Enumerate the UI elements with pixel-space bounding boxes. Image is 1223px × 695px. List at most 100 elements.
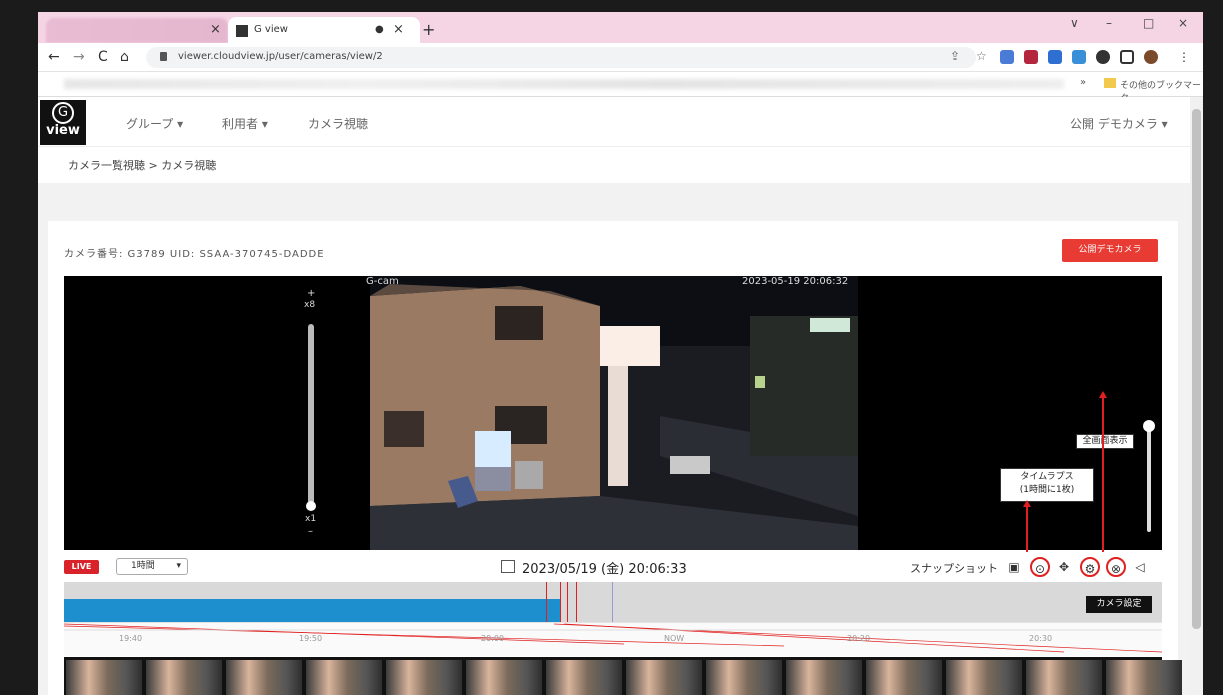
- timelapse-callout-line2: (1時間に1枚): [1019, 485, 1075, 495]
- timeline-recorded-fill: [64, 599, 561, 622]
- thumbnail[interactable]: [226, 660, 302, 695]
- zoom-slider[interactable]: [308, 324, 314, 504]
- thumbnail[interactable]: [706, 660, 782, 695]
- public-demo-camera-button[interactable]: 公開デモカメラ: [1062, 239, 1158, 262]
- zoom-in-icon[interactable]: +: [307, 288, 315, 299]
- home-button[interactable]: ⌂: [120, 49, 129, 65]
- extensions-puzzle-icon[interactable]: [1096, 50, 1110, 64]
- bookmark-star-icon[interactable]: ☆: [976, 49, 987, 63]
- menu-users[interactable]: 利用者 ▾: [222, 115, 268, 132]
- chevron-down-icon: ▾: [176, 561, 181, 571]
- timeline-marker: [567, 582, 568, 622]
- thumbnail[interactable]: [946, 660, 1022, 695]
- timeline[interactable]: [64, 582, 1162, 622]
- tab-close-icon[interactable]: ×: [210, 22, 221, 37]
- window-close-button[interactable]: ×: [1178, 16, 1188, 30]
- zoom-slider-thumb[interactable]: [306, 501, 316, 511]
- camera-timestamp: 2023-05-19 20:06:32: [742, 276, 849, 287]
- logo-letter: G: [52, 102, 74, 124]
- thumbnail[interactable]: [1106, 660, 1182, 695]
- minimize-button[interactable]: –: [1106, 16, 1112, 30]
- page-scrollbar[interactable]: [1190, 97, 1203, 695]
- timeline-marker: [560, 582, 561, 622]
- fullscreen-icon[interactable]: ⊗: [1106, 557, 1126, 577]
- interval-value: 1時間: [131, 561, 155, 571]
- tab-gview[interactable]: G view ● ×: [228, 17, 420, 44]
- tab-search-icon[interactable]: ∨: [1070, 16, 1079, 30]
- thumbnail-strip: [64, 657, 1182, 695]
- maximize-button[interactable]: □: [1143, 16, 1154, 30]
- thumbnail[interactable]: [866, 660, 942, 695]
- breadcrumb[interactable]: カメラ一覧視聴 > カメラ視聴: [68, 157, 216, 173]
- thumbnail[interactable]: [546, 660, 622, 695]
- zoom-out-icon[interactable]: –: [308, 526, 313, 537]
- interval-select[interactable]: 1時間 ▾: [116, 558, 188, 575]
- live-badge[interactable]: LIVE: [64, 560, 99, 574]
- site-header: G view グループ ▾ 利用者 ▾ カメラ視聴 公開 デモカメラ ▾: [38, 97, 1190, 147]
- extension-icon[interactable]: [1000, 50, 1014, 64]
- camera-label: G-cam: [366, 276, 399, 287]
- timelapse-arrow: [1026, 504, 1028, 556]
- public-camera-menu[interactable]: 公開 デモカメラ ▾: [1070, 115, 1168, 132]
- tab-blurred[interactable]: [46, 18, 228, 43]
- night-street-scene: [370, 276, 858, 550]
- profile-avatar[interactable]: [1144, 50, 1158, 64]
- brightness-slider[interactable]: [1147, 428, 1151, 532]
- timelapse-icon[interactable]: ⊙: [1030, 557, 1050, 577]
- tab-strip: × G view ● × + ∨ – □ ×: [38, 12, 1203, 44]
- scale-lines: [64, 622, 1162, 653]
- new-tab-button[interactable]: +: [422, 20, 435, 39]
- breadcrumb-bar: カメラ一覧視聴 > カメラ視聴: [38, 147, 1190, 183]
- camera-settings-icon[interactable]: ⚙: [1080, 557, 1100, 577]
- bookmarks-blurred: [64, 79, 1064, 89]
- tick-label: NOW: [664, 634, 685, 643]
- thumbnail[interactable]: [146, 660, 222, 695]
- side-panel-icon[interactable]: [1120, 50, 1134, 64]
- timelapse-arrowhead: [1023, 500, 1031, 507]
- logo-text: view: [46, 123, 80, 138]
- share-icon[interactable]: ⇪: [950, 49, 960, 63]
- forward-button[interactable]: →: [73, 49, 85, 65]
- browser-menu-icon[interactable]: ⋮: [1178, 50, 1190, 64]
- browser-window: × G view ● × + ∨ – □ × ← → C ⌂ viewer.cl…: [38, 12, 1203, 695]
- thumbnail[interactable]: [786, 660, 862, 695]
- camera-card: カメラ番号: G3789 UID: SSAA-370745-DADDE 公開デモ…: [48, 221, 1182, 695]
- snapshot-label: スナップショット: [910, 562, 998, 575]
- calendar-icon[interactable]: [501, 560, 515, 573]
- thumbnail[interactable]: [306, 660, 382, 695]
- tick-label: 19:50: [299, 634, 323, 643]
- bookmarks-more-button[interactable]: »: [1080, 77, 1086, 88]
- thumbnail[interactable]: [466, 660, 542, 695]
- tick-label: 20:20: [847, 634, 871, 643]
- brightness-slider-thumb[interactable]: [1143, 420, 1155, 432]
- zoom-min-label: x1: [305, 514, 317, 524]
- url-field[interactable]: viewer.cloudview.jp/user/cameras/view/2 …: [146, 47, 987, 68]
- back-button[interactable]: ←: [48, 49, 60, 65]
- current-datetime: 2023/05/19 (金) 20:06:33: [522, 562, 687, 577]
- timelapse-callout: タイムラプス (1時間に1枚): [1000, 468, 1094, 502]
- gview-logo[interactable]: G view: [40, 100, 86, 145]
- folder-icon: [1104, 78, 1116, 88]
- fullscreen-callout: 全画面表示: [1076, 434, 1134, 449]
- tab-close-icon[interactable]: ×: [393, 22, 404, 37]
- timeline-scale: 19:40 19:50 20:00 NOW 20:20 20:30: [64, 622, 1162, 656]
- speaker-icon[interactable]: ◁: [1130, 557, 1150, 577]
- menu-group[interactable]: グループ ▾: [126, 115, 183, 132]
- extension-icon[interactable]: [1072, 50, 1086, 64]
- thumbnail[interactable]: [386, 660, 462, 695]
- camera-setting-callout: カメラ設定: [1086, 596, 1152, 613]
- extension-icon[interactable]: [1048, 50, 1062, 64]
- url-text: viewer.cloudview.jp/user/cameras/view/2: [178, 51, 383, 62]
- fullscreen-arrowhead: [1099, 391, 1107, 398]
- thumbnail[interactable]: [626, 660, 702, 695]
- thumbnail[interactable]: [1026, 660, 1102, 695]
- snapshot-camera-icon[interactable]: ▣: [1004, 557, 1024, 577]
- thumbnail[interactable]: [66, 660, 142, 695]
- extension-icon[interactable]: [1024, 50, 1038, 64]
- camera-viewer[interactable]: G-cam 2023-05-19 20:06:32 + x8 x1 – 全画面表…: [64, 276, 1162, 550]
- reload-button[interactable]: C: [98, 49, 108, 65]
- pan-move-icon[interactable]: ✥: [1054, 557, 1074, 577]
- scrollbar-thumb[interactable]: [1192, 109, 1201, 629]
- fullscreen-arrow: [1102, 395, 1104, 555]
- menu-camera-view[interactable]: カメラ視聴: [308, 115, 368, 132]
